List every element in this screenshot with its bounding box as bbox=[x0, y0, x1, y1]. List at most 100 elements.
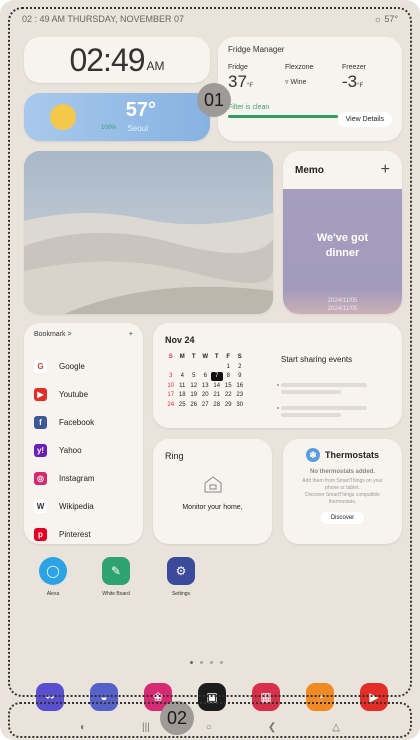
google-icon: G bbox=[34, 359, 47, 373]
snowflake-icon: ❄ bbox=[305, 448, 320, 462]
app-alexa[interactable]: ◯ Alexa bbox=[23, 557, 83, 597]
calendar-day[interactable]: 28 bbox=[211, 401, 223, 410]
youtube-icon[interactable]: ▶ bbox=[360, 683, 388, 711]
calendar-day[interactable]: 29 bbox=[223, 401, 235, 410]
facebook-icon: f bbox=[34, 415, 47, 429]
clock-widget[interactable]: 02:49 AM bbox=[24, 37, 210, 83]
freezer-unit: °F bbox=[357, 83, 364, 89]
ring-widget[interactable]: Ring Monitor your home, bbox=[153, 439, 272, 544]
calendar-day[interactable]: 5 bbox=[188, 372, 200, 381]
instagram-icon: ◎ bbox=[34, 471, 47, 485]
calendar-day[interactable]: 27 bbox=[200, 401, 212, 410]
filter-percent: 100% bbox=[101, 125, 117, 131]
wikipedia-icon: W bbox=[34, 499, 47, 513]
clock-time: 02:49 bbox=[69, 41, 145, 78]
calendar-day[interactable]: 9 bbox=[234, 372, 246, 381]
page-dot bbox=[220, 661, 223, 664]
status-bar: 02 : 49 AM THURSDAY, NOVEMBER 07 ☼ 57° bbox=[22, 14, 398, 28]
flexzone: Flexzone ▿ Wine bbox=[285, 64, 335, 92]
calendar-day[interactable]: 19 bbox=[188, 391, 200, 400]
event-placeholder bbox=[277, 406, 367, 410]
filter-status: Filter is clean bbox=[228, 104, 270, 111]
photo-widget[interactable] bbox=[24, 151, 273, 314]
bookmark-label: Youtube bbox=[59, 389, 89, 399]
home-button-icon[interactable]: ○ bbox=[206, 722, 212, 733]
calendar-day[interactable]: 2 bbox=[234, 363, 246, 372]
bookmark-label: Wikipedia bbox=[59, 501, 94, 511]
calendar-day[interactable]: 7 bbox=[211, 372, 223, 381]
calendar-day[interactable]: 25 bbox=[177, 401, 189, 410]
fridge-value: 37 bbox=[228, 72, 247, 91]
bookmark-item[interactable]: G Google bbox=[34, 352, 133, 380]
calendar-day[interactable]: 18 bbox=[177, 391, 189, 400]
bookmark-item[interactable]: f Facebook bbox=[34, 408, 133, 436]
calendar-day[interactable]: 1 bbox=[223, 363, 235, 372]
chat-icon[interactable]: •• bbox=[36, 683, 64, 711]
bookmark-item[interactable]: ▶ Youtube bbox=[34, 380, 133, 408]
calendar-day[interactable]: 16 bbox=[234, 382, 246, 391]
tv-icon[interactable]: ▣ bbox=[198, 683, 226, 711]
bookmark-widget: Bookmark > + G Google ▶ Youtube f Facebook y! Y… bbox=[24, 323, 143, 544]
memo-widget[interactable]: Memo + We've got dinner 2024/11/05 2024/… bbox=[283, 151, 402, 314]
calendar-day bbox=[177, 363, 189, 372]
bookmark-item[interactable]: ◎ Instagram bbox=[34, 464, 133, 492]
view-details-button[interactable]: View Details bbox=[337, 112, 392, 127]
assistant-icon[interactable]: ◐ bbox=[80, 722, 86, 733]
navigation-bar: ◐ ||| ○ ❮ △ bbox=[80, 722, 340, 733]
calendar-day[interactable]: 12 bbox=[188, 382, 200, 391]
yahoo-icon: y! bbox=[34, 443, 47, 457]
discover-button[interactable]: Discover bbox=[320, 512, 365, 524]
calendar-day[interactable]: 8 bbox=[223, 372, 235, 381]
bookmark-item[interactable]: y! Yahoo bbox=[34, 436, 133, 464]
calendar-day[interactable]: 3 bbox=[165, 372, 177, 381]
calendar-day[interactable]: 15 bbox=[223, 382, 235, 391]
callout-badge-01: 01 bbox=[197, 83, 231, 117]
calendar-weekday: S bbox=[237, 354, 242, 360]
memo-note[interactable]: We've got dinner 2024/11/05 2024/11/05 bbox=[283, 189, 402, 314]
calendar-day[interactable]: 26 bbox=[188, 401, 200, 410]
event-placeholder bbox=[281, 390, 341, 394]
memo-title: Memo bbox=[295, 164, 324, 176]
memo-add-button[interactable]: + bbox=[381, 161, 390, 179]
calendar-day[interactable]: 23 bbox=[234, 391, 246, 400]
calendar-weekday: W bbox=[202, 354, 209, 360]
memo-date-2: 2024/11/05 bbox=[327, 306, 358, 312]
bookmark-label: Google bbox=[59, 361, 85, 371]
app-white-board[interactable]: ✎ White Board bbox=[86, 557, 146, 597]
calendar-day[interactable]: 6 bbox=[200, 372, 212, 381]
back-icon[interactable]: ❮ bbox=[268, 722, 276, 733]
calendar-day[interactable]: 13 bbox=[200, 382, 212, 391]
calendar-widget[interactable]: Nov 24 S M T W T F S 1 2 3 4 5 6 7 8 9 10 11 12 13 14 15 16 17 1… bbox=[153, 323, 402, 428]
store-icon[interactable]: ▦ bbox=[252, 683, 280, 711]
calendar-day[interactable]: 4 bbox=[177, 372, 189, 381]
calendar-day bbox=[165, 363, 177, 372]
calendar-day[interactable]: 22 bbox=[223, 391, 235, 400]
app-settings[interactable]: ⚙ Settings bbox=[151, 557, 211, 597]
bookmark-add-button[interactable]: + bbox=[129, 331, 133, 338]
ring-message: Monitor your home, bbox=[182, 504, 243, 511]
calendar-day[interactable]: 30 bbox=[234, 401, 246, 410]
cooking-icon[interactable]: ◔ bbox=[306, 683, 334, 711]
calendar-day[interactable]: 24 bbox=[165, 401, 177, 410]
home-icon bbox=[204, 476, 222, 493]
bookmark-item[interactable]: W Wikipedia bbox=[34, 492, 133, 520]
recents-icon[interactable]: ||| bbox=[142, 722, 150, 733]
samsung-internet-icon[interactable]: ◒ bbox=[90, 683, 118, 711]
ring-title: Ring bbox=[165, 451, 184, 461]
calendar-day[interactable]: 17 bbox=[165, 391, 177, 400]
home-screen: 02 : 49 AM THURSDAY, NOVEMBER 07 ☼ 57° 0… bbox=[0, 0, 420, 740]
calendar-day[interactable]: 10 bbox=[165, 382, 177, 391]
calendar-day[interactable]: 20 bbox=[200, 391, 212, 400]
bookmark-title[interactable]: Bookmark > bbox=[34, 331, 72, 338]
calendar-day[interactable]: 21 bbox=[211, 391, 223, 400]
weather-widget[interactable]: 57° Seoul bbox=[24, 93, 210, 141]
calendar-day[interactable]: 14 bbox=[211, 382, 223, 391]
bookmark-item[interactable]: p Pinterest bbox=[34, 520, 133, 544]
calendar-weekday: F bbox=[226, 354, 231, 360]
sun-icon bbox=[50, 104, 76, 130]
calendar-day[interactable]: 11 bbox=[177, 382, 189, 391]
app-label: White Board bbox=[102, 591, 130, 597]
notification-icon[interactable]: △ bbox=[332, 722, 340, 733]
fridge-title: Fridge Manager bbox=[228, 45, 285, 54]
weather-city: Seoul bbox=[127, 124, 148, 133]
